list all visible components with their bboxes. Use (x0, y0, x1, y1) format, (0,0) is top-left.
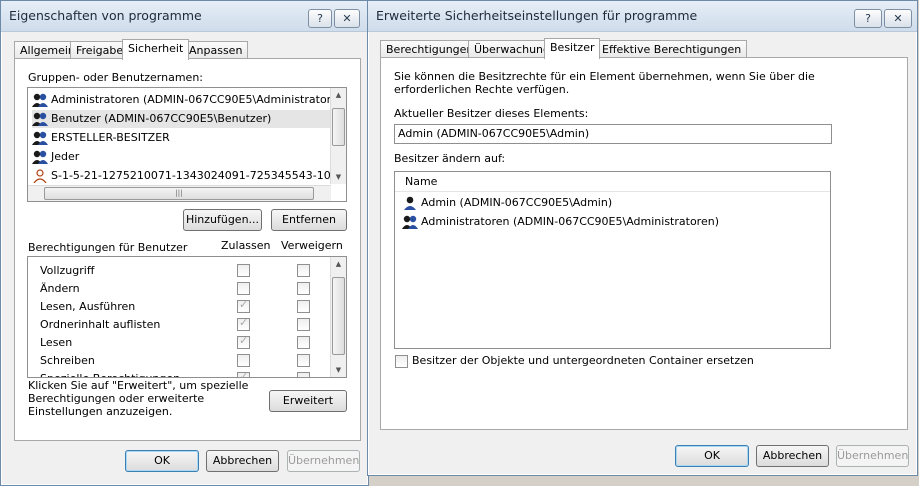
allow-checkbox[interactable] (237, 264, 250, 277)
list-item[interactable]: ERSTELLER-BESITZER (32, 129, 170, 147)
permission-row: Lesen (28, 333, 328, 351)
allow-checkbox[interactable] (237, 354, 250, 367)
security-panel: Gruppen- oder Benutzernamen: Administrat… (14, 58, 361, 441)
apply-button[interactable]: Übernehmen (836, 445, 909, 467)
title-bar[interactable]: Eigenschaften von programme ? ✕ (1, 1, 368, 32)
owner-info-text: Sie können die Besitzrechte für ein Elem… (394, 70, 815, 96)
permissions-label: Berechtigungen für Benutzer (28, 241, 188, 254)
group-icon (32, 150, 48, 164)
name-column-header[interactable]: Name (395, 172, 830, 192)
tab-strip: Allgemein Freigabe Sicherheit Anpassen (14, 39, 354, 60)
help-button[interactable]: ? (854, 9, 882, 28)
tab-sicherheit[interactable]: Sicherheit (122, 39, 190, 60)
ok-button[interactable]: OK (675, 445, 749, 467)
unknown-user-icon (32, 169, 48, 184)
users-list[interactable]: Administratoren (ADMIN-067CC90E5\Adminis… (27, 87, 347, 202)
list-item[interactable]: Administratoren (ADMIN-067CC90E5\Adminis… (402, 213, 719, 231)
permission-row: Ändern (28, 279, 328, 297)
list-item[interactable]: Admin (ADMIN-067CC90E5\Admin) (402, 194, 612, 212)
deny-checkbox[interactable] (297, 264, 310, 277)
deny-checkbox[interactable] (297, 318, 310, 331)
permission-row: Lesen, Ausführen (28, 297, 328, 315)
window-title: Erweiterte Sicherheitseinstellungen für … (376, 8, 698, 23)
deny-checkbox[interactable] (297, 336, 310, 349)
allow-header: Zulassen (221, 239, 271, 252)
allow-checkbox[interactable] (237, 298, 250, 313)
permission-row: Spezielle Berechtigungen (28, 369, 328, 377)
current-owner-label: Aktueller Besitzer dieses Elements: (394, 107, 589, 120)
groups-label: Gruppen- oder Benutzernamen: (28, 71, 204, 84)
window-title: Eigenschaften von programme (9, 8, 202, 23)
scroll-down-icon[interactable]: ▼ (331, 363, 346, 377)
close-button[interactable]: ✕ (884, 9, 912, 28)
owner-panel: Sie können die Besitzrechte für ein Elem… (380, 57, 908, 430)
deny-checkbox[interactable] (297, 300, 310, 313)
change-owner-label: Besitzer ändern auf: (394, 152, 506, 165)
group-icon (32, 131, 48, 145)
allow-checkbox[interactable] (237, 282, 250, 295)
allow-checkbox[interactable] (237, 370, 250, 377)
tab-effektive-berechtigungen[interactable]: Effektive Berechtigungen (596, 40, 748, 58)
advanced-button[interactable]: Erweitert (269, 390, 347, 412)
permission-label: Schreiben (40, 354, 95, 367)
tab-berechtigungen[interactable]: Berechtigungen (380, 40, 480, 58)
group-icon (402, 215, 418, 229)
deny-checkbox[interactable] (297, 282, 310, 295)
group-icon (32, 93, 48, 107)
group-icon (32, 112, 48, 126)
scroll-up-icon[interactable]: ▲ (331, 88, 346, 102)
scroll-thumb[interactable] (332, 277, 345, 355)
permission-row: Vollzugriff (28, 261, 328, 279)
permission-label: Ordnerinhalt auflisten (40, 318, 161, 331)
tab-ueberwachung[interactable]: Überwachung (468, 40, 557, 58)
list-item[interactable]: Jeder (32, 148, 79, 166)
title-bar[interactable]: Erweiterte Sicherheitseinstellungen für … (368, 1, 917, 32)
permission-label: Vollzugriff (40, 264, 95, 277)
permission-label: Spezielle Berechtigungen (40, 372, 180, 377)
close-button[interactable]: ✕ (334, 9, 360, 28)
permission-row: Ordnerinhalt auflisten (28, 315, 328, 333)
replace-owner-checkbox[interactable] (395, 355, 408, 368)
current-owner-field[interactable]: Admin (ADMIN-067CC90E5\Admin) (394, 124, 832, 144)
list-item[interactable]: Administratoren (ADMIN-067CC90E5\Adminis… (32, 91, 346, 109)
apply-button[interactable]: Übernehmen (287, 450, 360, 472)
users-vertical-scrollbar[interactable]: ▲ ▼ (330, 88, 346, 184)
hscroll-thumb[interactable]: ||| (44, 187, 314, 200)
user-icon (402, 196, 418, 210)
list-item[interactable]: Benutzer (ADMIN-067CC90E5\Benutzer) (32, 110, 330, 128)
advanced-hint: Klicken Sie auf "Erweitert", um speziell… (28, 379, 249, 418)
scroll-thumb[interactable] (332, 108, 345, 146)
permission-label: Lesen, Ausführen (40, 300, 136, 313)
deny-checkbox[interactable] (297, 372, 310, 377)
cancel-button[interactable]: Abbrechen (756, 445, 829, 467)
tab-anpassen[interactable]: Anpassen (183, 41, 249, 59)
advanced-security-dialog: Erweiterte Sicherheitseinstellungen für … (367, 0, 918, 476)
permissions-list: Vollzugriff Ändern Lesen, Ausführen Ordneri… (27, 256, 347, 378)
properties-dialog: Eigenschaften von programme ? ✕ Allgemei… (0, 0, 369, 486)
allow-checkbox[interactable] (237, 316, 250, 331)
tab-strip: Berechtigungen Überwachung Besitzer Effe… (380, 38, 900, 59)
scroll-up-icon[interactable]: ▲ (331, 257, 346, 271)
scroll-down-icon[interactable]: ▼ (331, 170, 346, 184)
list-item[interactable]: S-1-5-21-1275210071-1343024091-725345543… (32, 167, 345, 185)
permission-row: Schreiben (28, 351, 328, 369)
tab-freigabe[interactable]: Freigabe (70, 41, 130, 59)
deny-header: Verweigern (281, 239, 343, 252)
remove-button[interactable]: Entfernen (271, 209, 347, 231)
permission-label: Lesen (40, 336, 73, 349)
add-button[interactable]: Hinzufügen... (183, 209, 262, 231)
help-button[interactable]: ? (308, 9, 332, 28)
ok-button[interactable]: OK (125, 450, 199, 472)
deny-checkbox[interactable] (297, 354, 310, 367)
replace-owner-label[interactable]: Besitzer der Objekte und untergeordneten… (412, 354, 754, 367)
permission-label: Ändern (40, 282, 80, 295)
owners-list[interactable]: Name Admin (ADMIN-067CC90E5\Admin) Admin… (394, 171, 831, 349)
cancel-button[interactable]: Abbrechen (206, 450, 279, 472)
permissions-scrollbar[interactable]: ▲ ▼ (330, 257, 346, 377)
allow-checkbox[interactable] (237, 334, 250, 349)
tab-besitzer[interactable]: Besitzer (544, 38, 601, 59)
users-horizontal-scrollbar[interactable]: ||| (28, 185, 331, 201)
